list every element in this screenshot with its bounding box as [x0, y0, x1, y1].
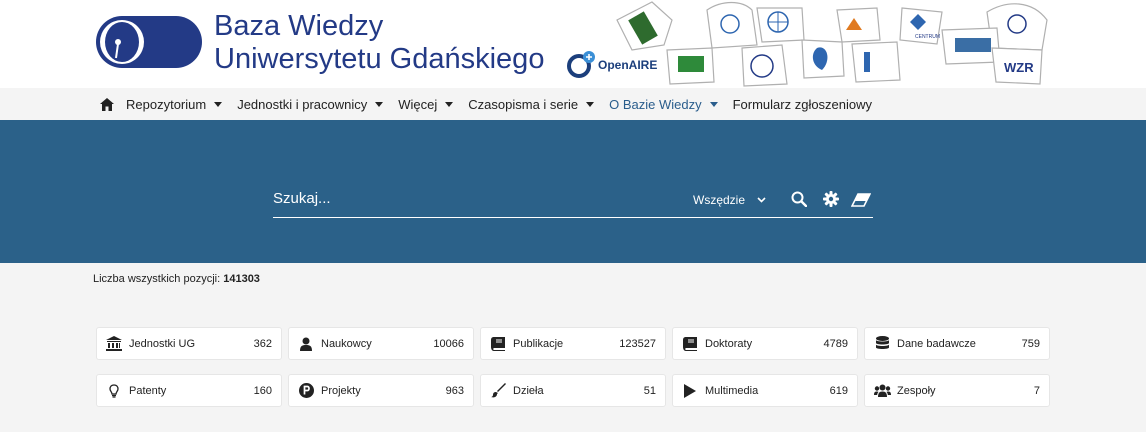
card-count: 10066	[433, 337, 464, 350]
user-icon	[297, 335, 315, 353]
site-title-line1: Baza Wiedzy	[214, 10, 384, 42]
card-count: 759	[1021, 337, 1040, 350]
card-count: 619	[829, 384, 848, 397]
nav-item-label: Repozytorium	[126, 96, 207, 112]
total-count-label: Liczba wszystkich pozycji:	[93, 273, 221, 285]
card-count: 4789	[823, 337, 848, 350]
nav-item-label: O Bazie Wiedzy	[609, 96, 702, 112]
nav-item-label: Czasopisma i serie	[468, 96, 579, 112]
nav-item-label: Jednostki i pracownicy	[237, 96, 368, 112]
card-count: 160	[253, 384, 272, 397]
search-icon[interactable]	[791, 191, 807, 207]
caret-down-icon	[586, 101, 595, 107]
search-bar: Wszędzie	[273, 182, 873, 218]
card-multimedia[interactable]: Multimedia 619	[672, 374, 858, 407]
card-zespoly[interactable]: Zespoły 7	[864, 374, 1050, 407]
card-label: Projekty	[321, 384, 361, 397]
search-input[interactable]	[273, 190, 673, 207]
card-jednostki-ug[interactable]: Jednostki UG 362	[96, 327, 282, 360]
wzr-label: WZR	[1004, 60, 1034, 75]
site-title[interactable]: Baza Wiedzy Uniwersytetu Gdańskiego	[214, 10, 544, 76]
card-label: Jednostki UG	[129, 337, 196, 350]
card-label: Patenty	[129, 384, 167, 397]
centrum-label: CENTRUM	[915, 34, 940, 40]
search-scope-value: Wszędzie	[693, 193, 746, 207]
card-count: 7	[1033, 384, 1040, 397]
card-count: 963	[445, 384, 464, 397]
card-label: Doktoraty	[705, 337, 753, 350]
caret-down-icon	[375, 101, 384, 107]
caret-down-icon	[709, 101, 718, 107]
card-label: Naukowcy	[321, 337, 372, 350]
caret-down-icon	[445, 101, 454, 107]
gear-icon[interactable]	[823, 191, 839, 207]
nav-item-label: Więcej	[398, 96, 438, 112]
card-publikacje[interactable]: Publikacje 123527	[480, 327, 666, 360]
card-doktoraty[interactable]: Doktoraty 4789	[672, 327, 858, 360]
card-label: Dane badawcze	[897, 337, 976, 350]
card-count: 51	[643, 384, 656, 397]
nav-item-repozytorium[interactable]: Repozytorium	[126, 96, 223, 112]
card-label: Multimedia	[705, 384, 759, 397]
project-p-icon	[297, 382, 315, 400]
card-projekty[interactable]: Projekty 963	[288, 374, 474, 407]
card-label: Publikacje	[513, 337, 564, 350]
openaire-icon	[567, 51, 595, 78]
card-count: 362	[253, 337, 272, 350]
card-patenty[interactable]: Patenty 160	[96, 374, 282, 407]
eraser-icon[interactable]	[851, 193, 871, 207]
main-nav: Repozytorium Jednostki i pracownicy Więc…	[0, 88, 1146, 120]
institution-icon	[105, 335, 123, 353]
site-title-line2: Uniwersytetu Gdańskiego	[214, 43, 545, 75]
nav-item-wiecej[interactable]: Więcej	[398, 96, 454, 112]
caret-down-icon	[214, 101, 223, 107]
total-count: Liczba wszystkich pozycji: 141303	[93, 273, 260, 285]
card-label: Zespoły	[897, 384, 936, 397]
nav-item-label: Formularz zgłoszeniowy	[732, 96, 873, 112]
card-dane-badawcze[interactable]: Dane badawcze 759	[864, 327, 1050, 360]
university-logo[interactable]	[94, 14, 204, 70]
database-icon	[873, 335, 891, 353]
book-icon	[489, 335, 507, 353]
paintbrush-icon	[489, 382, 507, 400]
nav-item-formularz[interactable]: Formularz zgłoszeniowy	[733, 97, 872, 112]
nav-item-jednostki[interactable]: Jednostki i pracownicy	[237, 96, 384, 112]
users-icon	[873, 382, 891, 400]
partner-puzzle-banner: WZR CENTRUM	[616, 1, 1048, 87]
nav-item-o-bazie-wiedzy[interactable]: O Bazie Wiedzy	[609, 96, 718, 112]
total-count-value: 141303	[223, 273, 260, 285]
card-naukowcy[interactable]: Naukowcy 10066	[288, 327, 474, 360]
book-icon	[681, 335, 699, 353]
card-label: Dzieła	[513, 384, 544, 397]
play-icon	[681, 382, 699, 400]
search-band: Wszędzie	[0, 120, 1146, 263]
search-scope-select[interactable]: Wszędzie	[693, 193, 766, 207]
lightbulb-icon	[105, 382, 123, 400]
site-header: Baza Wiedzy Uniwersytetu Gdańskiego Open…	[0, 0, 1146, 88]
card-count: 123527	[619, 337, 656, 350]
nav-item-czasopisma[interactable]: Czasopisma i serie	[468, 96, 595, 112]
home-icon[interactable]	[100, 97, 114, 111]
card-dziela[interactable]: Dzieła 51	[480, 374, 666, 407]
chevron-down-icon	[757, 197, 766, 203]
